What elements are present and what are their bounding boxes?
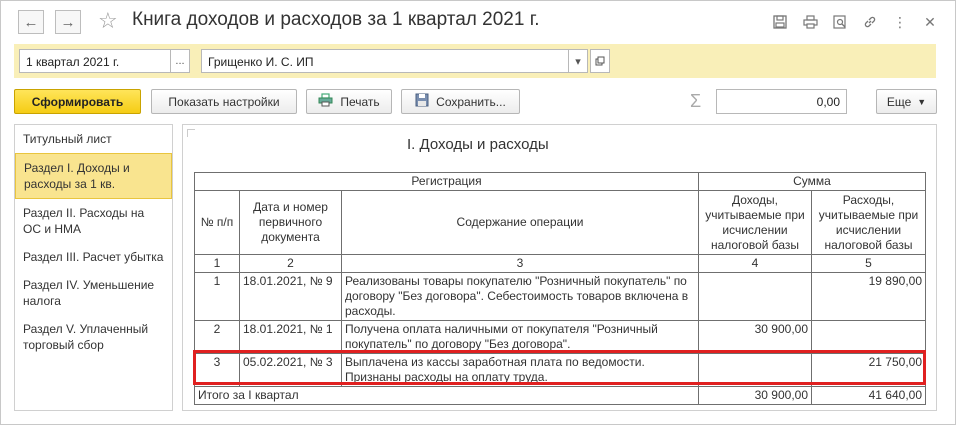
sidebar-item-section-2[interactable]: Раздел II. Расходы на ОС и НМА	[15, 199, 172, 243]
row-expense: 19 890,00	[811, 272, 926, 321]
sidebar-item-title-page[interactable]: Титульный лист	[15, 125, 172, 153]
sidebar-item-section-4[interactable]: Раздел IV. Уменьшение налога	[15, 271, 172, 315]
forward-button[interactable]: →	[55, 10, 81, 34]
close-icon[interactable]: ✕	[920, 12, 940, 32]
total-income: 30 900,00	[698, 386, 812, 405]
row-date: 05.02.2021, № 3	[239, 353, 342, 387]
generate-label: Сформировать	[31, 94, 124, 109]
row-content: Получена оплата наличными от покупателя …	[341, 320, 699, 354]
sigma-icon: Σ	[690, 91, 702, 111]
row-num: 3	[194, 353, 240, 387]
printer-icon	[318, 93, 333, 110]
report-params-bar: 1 квартал 2021 г. ... Грищенко И. С. ИП …	[14, 44, 936, 78]
income-expense-table: Регистрация Сумма № п/п Дата и номер пер…	[194, 172, 926, 405]
report-area[interactable]: I. Доходы и расходы Регистрация Сумма № …	[182, 124, 937, 411]
header-content: Содержание операции	[341, 190, 699, 255]
link-icon[interactable]	[860, 12, 880, 32]
row-expense: 21 750,00	[811, 353, 926, 387]
column-number: 5	[811, 254, 926, 273]
header-expense: Расходы, учитываемые при исчислении нало…	[811, 190, 926, 255]
sections-sidebar: Титульный лист Раздел I. Доходы и расход…	[14, 124, 173, 411]
row-content: Выплачена из кассы заработная плата по в…	[341, 353, 699, 387]
column-number: 2	[239, 254, 342, 273]
more-vertical-icon[interactable]: ⋮	[890, 12, 910, 32]
save-disk-icon[interactable]	[770, 12, 790, 32]
column-number: 1	[194, 254, 240, 273]
row-num: 2	[194, 320, 240, 354]
total-expense: 41 640,00	[811, 386, 926, 405]
row-income	[698, 353, 812, 387]
more-button[interactable]: Еще ▼	[876, 89, 937, 114]
print-button[interactable]: Печать	[306, 89, 392, 114]
column-number: 4	[698, 254, 812, 273]
organization-dropdown-button[interactable]: ▾	[568, 49, 588, 73]
open-window-icon	[595, 56, 605, 66]
table-header-row: Регистрация Сумма	[194, 172, 926, 191]
back-button[interactable]: ←	[18, 10, 44, 34]
favorite-star-icon[interactable]: ☆	[98, 8, 118, 34]
row-content: Реализованы товары покупателю "Розничный…	[341, 272, 699, 321]
window: ← → ☆ Книга доходов и расходов за 1 квар…	[0, 0, 956, 425]
organization-field[interactable]: Грищенко И. С. ИП	[201, 49, 570, 73]
print-label: Печать	[340, 94, 380, 109]
sidebar-item-section-5[interactable]: Раздел V. Уплаченный торговый сбор	[15, 315, 172, 359]
period-field[interactable]: 1 квартал 2021 г.	[19, 49, 173, 73]
floppy-icon	[415, 93, 429, 110]
print-icon[interactable]	[800, 12, 820, 32]
header-income: Доходы, учитываемые при исчислении налог…	[698, 190, 812, 255]
table-row[interactable]: 1 18.01.2021, № 9 Реализованы товары пок…	[194, 272, 926, 321]
row-income	[698, 272, 812, 321]
table-row[interactable]: 3 05.02.2021, № 3 Выплачена из кассы зар…	[194, 353, 926, 387]
chevron-down-icon: ▼	[917, 96, 927, 107]
header-num: № п/п	[194, 190, 240, 255]
title-bar: ← → ☆ Книга доходов и расходов за 1 квар…	[1, 1, 955, 43]
column-number: 3	[341, 254, 699, 273]
row-date: 18.01.2021, № 1	[239, 320, 342, 354]
header-registration: Регистрация	[194, 172, 699, 191]
total-label: Итого за I квартал	[194, 386, 699, 405]
header-date: Дата и номер первичного документа	[239, 190, 342, 255]
show-settings-button[interactable]: Показать настройки	[151, 89, 297, 114]
generate-button[interactable]: Сформировать	[14, 89, 141, 114]
save-label: Сохранить...	[436, 94, 506, 109]
table-row[interactable]: 2 18.01.2021, № 1 Получена оплата наличн…	[194, 320, 926, 354]
window-title: Книга доходов и расходов за 1 квартал 20…	[132, 9, 540, 30]
row-date: 18.01.2021, № 9	[239, 272, 342, 321]
sidebar-item-section-3[interactable]: Раздел III. Расчет убытка	[15, 243, 172, 271]
row-num: 1	[194, 272, 240, 321]
preview-icon[interactable]	[830, 12, 850, 32]
table-header-row: № п/п Дата и номер первичного документа …	[194, 190, 926, 255]
report-title: I. Доходы и расходы	[407, 136, 549, 153]
row-income: 30 900,00	[698, 320, 812, 354]
arrow-right-icon: →	[60, 13, 76, 31]
chevron-down-icon: ▾	[575, 55, 581, 68]
header-sum: Сумма	[698, 172, 926, 191]
sum-field[interactable]: 0,00	[716, 89, 847, 114]
organization-open-button[interactable]	[590, 49, 610, 73]
row-expense	[811, 320, 926, 354]
total-row: Итого за I квартал 30 900,00 41 640,00	[194, 386, 926, 405]
more-label: Еще	[886, 94, 912, 109]
sidebar-item-section-1[interactable]: Раздел I. Доходы и расходы за 1 кв.	[15, 153, 172, 199]
column-number-row: 1 2 3 4 5	[194, 254, 926, 273]
show-settings-label: Показать настройки	[168, 94, 280, 109]
report-corner-mark	[187, 129, 195, 137]
arrow-left-icon: ←	[23, 13, 39, 31]
period-select-button[interactable]: ...	[170, 49, 190, 73]
save-button[interactable]: Сохранить...	[401, 89, 520, 114]
